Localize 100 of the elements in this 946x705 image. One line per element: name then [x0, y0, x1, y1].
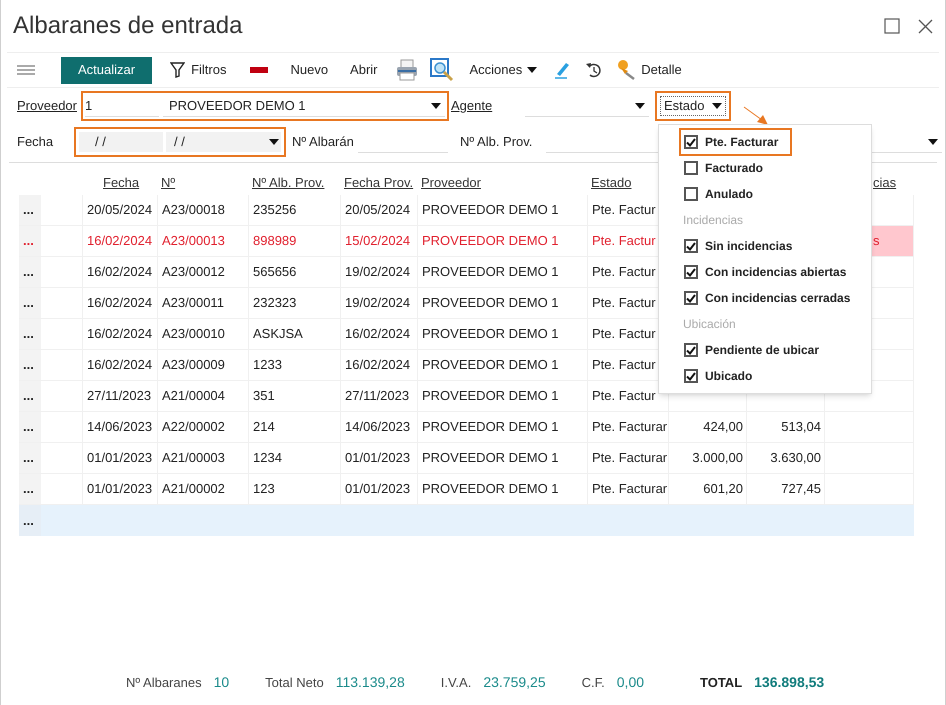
table-cell-text: 727,45	[781, 480, 821, 498]
filter-icon[interactable]	[170, 62, 186, 78]
close-icon[interactable]	[918, 18, 933, 34]
table-cell-text: ASKJSA	[253, 325, 303, 344]
table-cell-text: 01/01/2023	[87, 449, 152, 468]
minus-icon[interactable]	[250, 67, 268, 73]
section-heading: Incidencias	[683, 212, 744, 229]
table-cell-text: 14/06/2023	[345, 418, 410, 436]
row-marker[interactable]: ...	[19, 226, 41, 256]
table-cell-text: PROVEEDOR DEMO 1	[422, 449, 559, 468]
table-cell-text: PROVEEDOR DEMO 1	[422, 263, 559, 282]
total-value: 113.139,28	[336, 673, 405, 692]
table-cell-text: A23/00018	[162, 201, 225, 220]
row-marker[interactable]: ...	[19, 195, 41, 225]
table-cell-text: Pte. Facturar	[592, 418, 668, 436]
table-cell-text: 601,20	[703, 480, 743, 498]
row-marker[interactable]: ...	[19, 474, 41, 504]
checkbox[interactable]	[684, 187, 698, 201]
checkbox[interactable]	[684, 343, 698, 357]
checkbox[interactable]	[684, 369, 698, 383]
status-dropdown[interactable]: Estado	[660, 96, 726, 116]
column-header[interactable]: Estado	[591, 175, 632, 190]
printer-icon[interactable]	[396, 59, 418, 81]
caret-icon[interactable]	[269, 139, 279, 145]
table-cell-text: Pte. Factur	[592, 325, 656, 344]
caret-icon[interactable]	[431, 102, 441, 108]
preview-icon[interactable]	[430, 58, 454, 82]
pin-icon[interactable]	[615, 59, 638, 81]
toolbar-button[interactable]: Nuevo	[286, 60, 332, 80]
field-label: Nº Albarán	[292, 133, 355, 152]
maximize-icon[interactable]	[884, 18, 900, 34]
detail-button[interactable]: Detalle	[615, 59, 682, 81]
table-cell-text: 16/02/2024	[87, 263, 152, 282]
field-label: Fecha	[17, 133, 54, 152]
checkbox[interactable]	[684, 239, 698, 253]
checkbox-option[interactable]: Anulado	[681, 182, 765, 206]
checkbox-option[interactable]: Pendiente de ubicar	[681, 338, 832, 362]
checkbox[interactable]	[684, 291, 698, 305]
field-label: Agente	[451, 97, 494, 116]
code-field[interactable]: 1	[85, 95, 159, 117]
checkbox[interactable]	[684, 135, 698, 149]
row-marker[interactable]: ...	[19, 443, 41, 473]
row-marker[interactable]: ...	[19, 257, 41, 287]
table-cell-text: PROVEEDOR DEMO 1	[422, 387, 559, 406]
row-marker[interactable]: ...	[19, 505, 41, 536]
checkbox-option[interactable]: Pte. Facturar	[681, 130, 790, 154]
column-header[interactable]: Fecha	[103, 175, 140, 190]
annotation-arrow-icon[interactable]	[743, 106, 769, 126]
table-cell-text: A21/00004	[162, 387, 225, 406]
row-marker[interactable]: ...	[19, 350, 41, 380]
refresh-button[interactable]: Actualizar	[61, 56, 152, 84]
checkbox[interactable]	[684, 265, 698, 279]
table-cell-text: 3.000,00	[692, 449, 743, 468]
checkbox-option[interactable]: Con incidencias abiertas	[681, 260, 858, 284]
checkbox-option[interactable]: Con incidencias cerradas	[681, 286, 862, 310]
total-value: 0,00	[616, 673, 644, 692]
table-cell-text: 214	[253, 418, 275, 436]
column-header[interactable]: Nº Alb. Prov.	[252, 175, 324, 190]
column-header[interactable]: Proveedor	[421, 175, 481, 190]
field-label: Nº Alb. Prov.	[460, 133, 534, 152]
caret-icon[interactable]	[635, 102, 645, 108]
table-cell-text: A23/00010	[162, 325, 225, 344]
checkbox-option[interactable]: Facturado	[681, 156, 776, 180]
column-header[interactable]: Nº	[161, 175, 176, 190]
history-icon[interactable]	[585, 61, 604, 79]
row-marker[interactable]: ...	[19, 412, 41, 442]
caret-icon[interactable]	[527, 67, 538, 73]
table-cell-text: Pte. Factur	[592, 201, 656, 220]
table-cell-text: Pte. Facturar	[592, 449, 668, 468]
table-cell-text: Pte. Factur	[592, 356, 656, 374]
table-cell-text: 27/11/2023	[87, 387, 152, 406]
caret-icon[interactable]	[712, 103, 722, 109]
table-cell-text: 16/02/2024	[345, 325, 410, 344]
filters-button[interactable]: Filtros	[170, 60, 226, 80]
window-title: Albaranes de entrada	[13, 11, 244, 41]
toolbar-button[interactable]: Abrir	[346, 60, 382, 80]
table-cell-text: 565656	[253, 263, 296, 282]
column-header[interactable]: cias	[873, 175, 896, 190]
table-cell-text: s	[873, 232, 880, 250]
column-header[interactable]: Fecha Prov.	[344, 175, 414, 190]
table-cell-text: 1233	[253, 356, 282, 374]
actions-dropdown[interactable]: Acciones	[470, 60, 538, 80]
row-marker[interactable]: ...	[19, 288, 41, 318]
table-cell-text: 27/11/2023	[345, 387, 410, 406]
total-value: 23.759,25	[483, 673, 546, 692]
table-cell-text: A23/00009	[162, 356, 225, 374]
date-from-field[interactable]: / /	[79, 132, 163, 152]
row-marker[interactable]: ...	[19, 381, 41, 411]
checkbox-option[interactable]: Ubicado	[681, 364, 764, 388]
total-label: C.F.	[582, 674, 605, 692]
field-label: Proveedor	[17, 97, 78, 116]
row-marker[interactable]: ...	[19, 319, 41, 349]
supplier-dropdown[interactable]: PROVEEDOR DEMO 1	[163, 95, 445, 117]
table-cell-text: 14/06/2023	[87, 418, 152, 436]
date-to-field[interactable]: / /	[166, 132, 281, 152]
table-cell-text: 16/02/2024	[87, 325, 152, 344]
checkbox[interactable]	[684, 161, 698, 175]
pencil-icon[interactable]	[553, 61, 572, 79]
checkbox-option[interactable]: Sin incidencias	[681, 234, 804, 258]
caret-icon[interactable]	[928, 138, 938, 144]
